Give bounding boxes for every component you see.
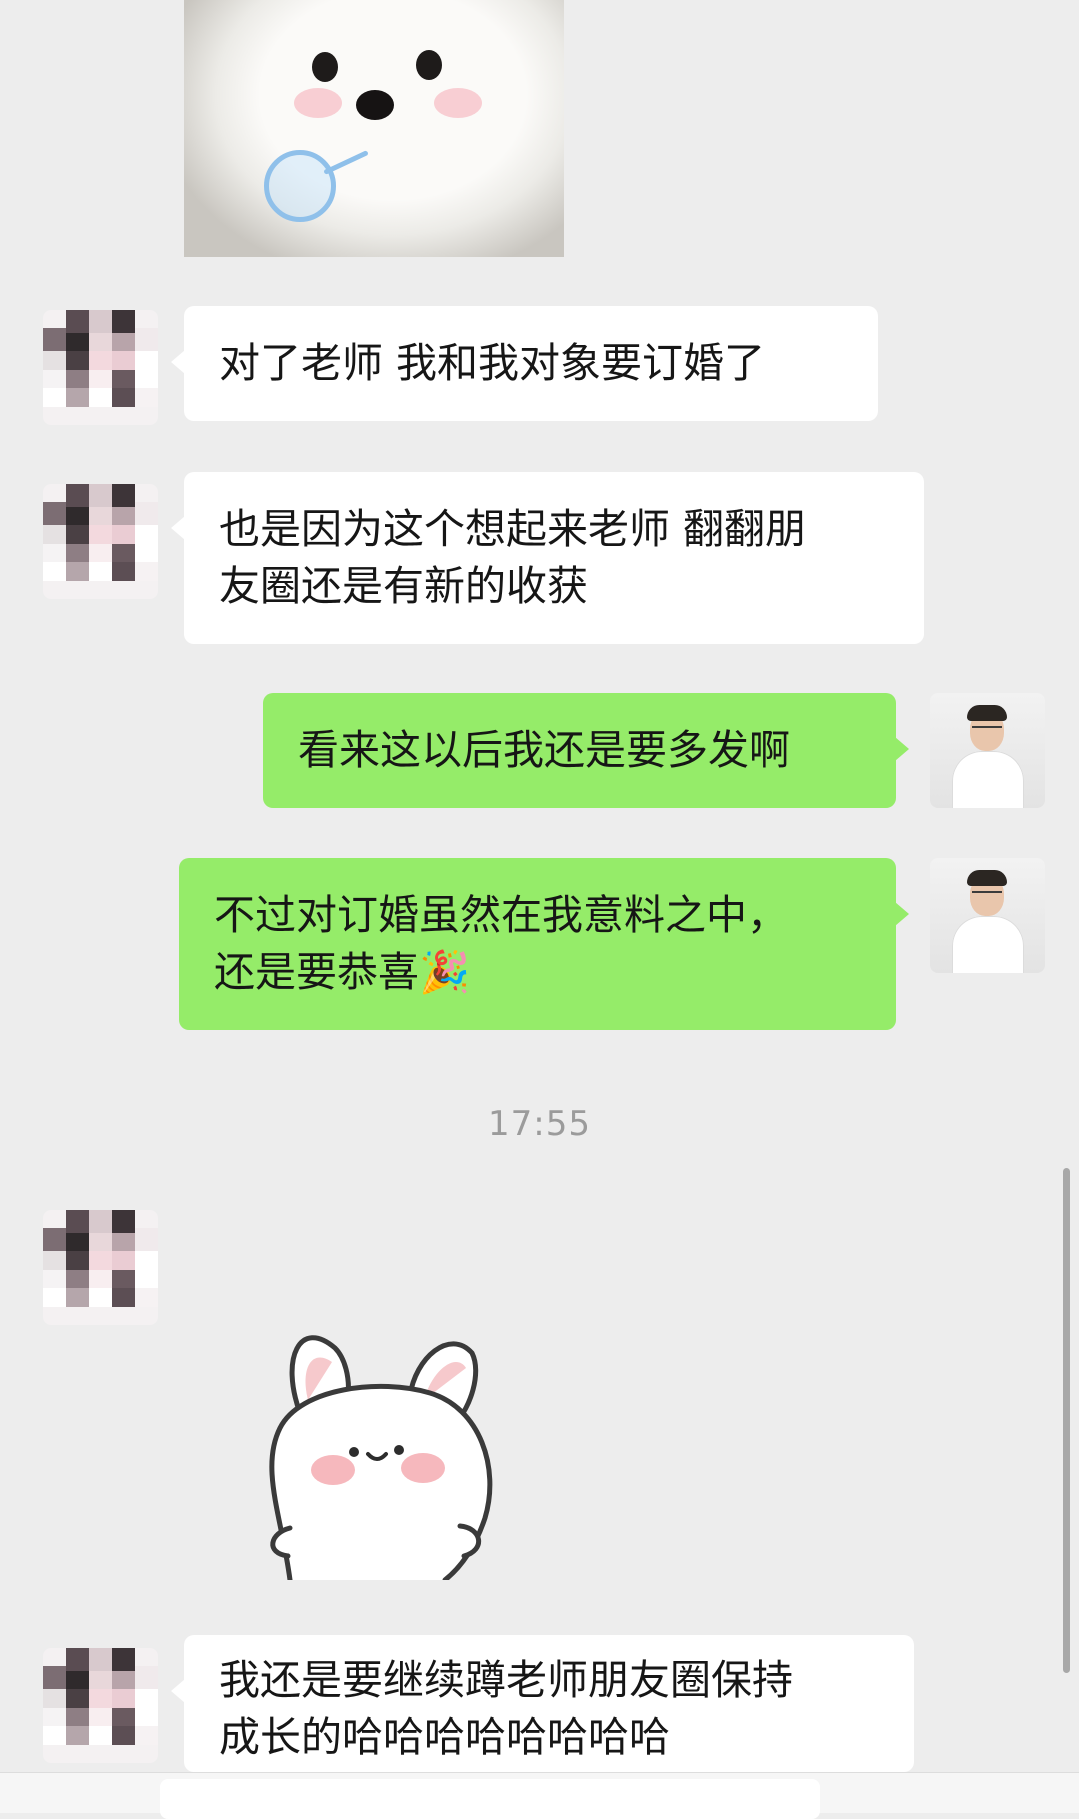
incoming-message-bubble[interactable]: 也是因为这个想起来老师 翻翻朋 友圈还是有新的收获 — [171, 472, 924, 644]
contact-avatar[interactable] — [43, 1210, 158, 1325]
dog-blush-left — [294, 88, 342, 118]
incoming-message-bubble[interactable]: 对了老师 我和我对象要订婚了 — [171, 306, 878, 421]
my-avatar[interactable] — [930, 858, 1045, 973]
incoming-message-bubble[interactable]: 我还是要继续蹲老师朋友圈保持 成长的哈哈哈哈哈哈哈哈 — [171, 1635, 914, 1772]
message-text-line: 我还是要继续蹲老师朋友圈保持 — [219, 1655, 793, 1704]
avatar-glasses — [972, 891, 1002, 900]
avatar-hair — [967, 870, 1007, 886]
avatar-glasses — [972, 726, 1002, 735]
chat-message-area[interactable]: 对了老师 我和我对象要订婚了 也是因为这个想起来老师 翻翻朋 友圈还是有新的收获… — [0, 0, 1079, 1819]
scrollbar[interactable] — [1063, 1168, 1070, 1673]
dog-fur — [184, 0, 564, 257]
my-avatar[interactable] — [930, 693, 1045, 808]
input-bar[interactable] — [0, 1772, 1079, 1819]
message-text-line: 友圈还是有新的收获 — [219, 562, 588, 610]
message-text-line: 不过对订婚虽然在我意料之中， — [214, 891, 788, 939]
message-text: 对了老师 我和我对象要订婚了 — [219, 339, 766, 387]
outgoing-message-bubble[interactable]: 看来这以后我还是要多发啊 — [263, 693, 909, 808]
dog-eye-right — [416, 50, 442, 80]
contact-avatar[interactable] — [43, 1648, 158, 1763]
dog-eye-left — [312, 52, 338, 82]
avatar-shirt — [952, 916, 1024, 973]
message-timestamp: 17:55 — [488, 1104, 591, 1144]
message-text-line: 还是要恭喜🎉 — [214, 948, 471, 996]
avatar-hair — [967, 705, 1007, 721]
breath-puff-icon — [264, 150, 336, 222]
dog-nose — [356, 90, 394, 120]
dog-blush-right — [434, 88, 482, 118]
contact-avatar[interactable] — [43, 310, 158, 425]
message-text: 看来这以后我还是要多发啊 — [298, 726, 790, 774]
message-text-line: 也是因为这个想起来老师 翻翻朋 — [219, 505, 807, 553]
outgoing-message-bubble[interactable]: 不过对订婚虽然在我意料之中， 还是要恭喜🎉 — [179, 858, 909, 1030]
message-text-line: 成长的哈哈哈哈哈哈哈哈 — [219, 1712, 670, 1761]
bunny-sticker-image[interactable] — [260, 1318, 500, 1580]
dog-sticker-image[interactable] — [184, 0, 564, 257]
contact-avatar[interactable] — [43, 484, 158, 599]
avatar-shirt — [952, 751, 1024, 808]
message-input[interactable] — [160, 1779, 820, 1819]
